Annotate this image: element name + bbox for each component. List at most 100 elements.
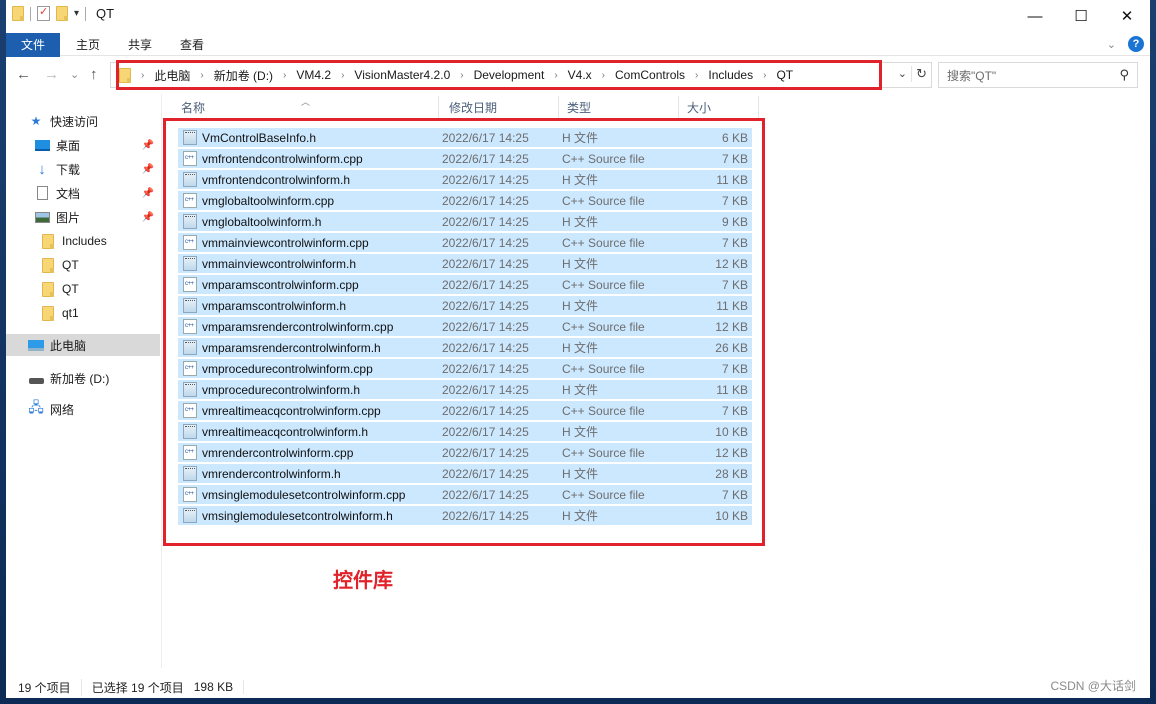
tab-file[interactable]: 文件	[6, 33, 60, 57]
sort-ascending-icon: ︿	[301, 97, 311, 107]
breadcrumb-item[interactable]: V4.x	[568, 68, 592, 82]
desktop-icon	[34, 138, 50, 152]
chevron-right-icon[interactable]: ›	[460, 70, 463, 81]
minimize-button[interactable]: —	[1012, 0, 1058, 32]
sidebar-item-qt[interactable]: QT	[6, 254, 160, 276]
file-row[interactable]: vmprocedurecontrolwinform.h 2022/6/17 14:…	[178, 380, 752, 400]
sidebar-item-downloads[interactable]: ↓ 下载 📌	[6, 158, 160, 180]
breadcrumb-item[interactable]: 新加卷 (D:)	[214, 67, 273, 84]
properties-icon[interactable]	[37, 5, 50, 21]
file-row[interactable]: vmsinglemodulesetcontrolwinform.h 2022/6/…	[178, 506, 752, 526]
customize-qat-icon[interactable]: ▾	[74, 8, 79, 19]
file-row[interactable]: vmrendercontrolwinform.cpp 2022/6/17 14:2…	[178, 443, 752, 463]
column-header-name[interactable]: 名称 ︿	[163, 96, 439, 120]
help-icon[interactable]: ?	[1128, 36, 1144, 52]
breadcrumb: › 此电脑 › 新加卷 (D:) › VM4.2 › VisionMaster4…	[111, 67, 793, 84]
file-row[interactable]: vmglobaltoolwinform.h 2022/6/17 14:25 H 文件…	[178, 212, 752, 232]
file-row[interactable]: vmparamscontrolwinform.h 2022/6/17 14:25 H…	[178, 296, 752, 316]
file-name: vmparamsrendercontrolwinform.cpp	[202, 319, 394, 334]
chevron-right-icon[interactable]: ›	[695, 70, 698, 81]
sidebar-item-this-pc[interactable]: 此电脑	[6, 334, 160, 356]
sidebar-item-documents[interactable]: 文档 📌	[6, 182, 160, 204]
divider	[30, 6, 31, 21]
file-size: 7 KB	[721, 235, 748, 250]
column-header-date[interactable]: 修改日期	[439, 96, 559, 120]
breadcrumb-item[interactable]: VM4.2	[296, 68, 331, 82]
file-row[interactable]: vmparamsrendercontrolwinform.h 2022/6/17 …	[178, 338, 752, 358]
search-icon[interactable]: ⚲	[1119, 67, 1129, 83]
chevron-right-icon[interactable]: ›	[141, 70, 144, 81]
breadcrumb-item[interactable]: ComControls	[615, 68, 685, 82]
file-row[interactable]: vmfrontendcontrolwinform.h 2022/6/17 14:2…	[178, 170, 752, 190]
address-bar[interactable]: › 此电脑 › 新加卷 (D:) › VM4.2 › VisionMaster4…	[110, 62, 932, 88]
sidebar-item-includes[interactable]: Includes	[6, 230, 160, 252]
file-row[interactable]: vmfrontendcontrolwinform.cpp 2022/6/17 14…	[178, 149, 752, 169]
chevron-right-icon[interactable]: ›	[554, 70, 557, 81]
close-button[interactable]: ✕	[1104, 0, 1150, 32]
file-row[interactable]: vmprocedurecontrolwinform.cpp 2022/6/17 1…	[178, 359, 752, 379]
column-header-type[interactable]: 类型	[559, 96, 679, 120]
sidebar-item-qt1[interactable]: qt1	[6, 302, 160, 324]
pin-icon[interactable]: 📌	[142, 140, 154, 151]
address-history-dropdown-icon[interactable]: ⌄	[898, 67, 907, 80]
file-row[interactable]: vmmainviewcontrolwinform.h 2022/6/17 14:2…	[178, 254, 752, 274]
recent-locations-button[interactable]: ⌄	[70, 68, 79, 81]
sidebar-item-desktop[interactable]: 桌面 📌	[6, 134, 160, 156]
chevron-right-icon[interactable]: ›	[200, 70, 203, 81]
file-date: 2022/6/17 14:25	[442, 508, 529, 523]
window-title: QT	[96, 6, 115, 21]
search-input[interactable]: 搜索"QT" ⚲	[938, 62, 1138, 88]
file-row[interactable]: vmrealtimeacqcontrolwinform.h 2022/6/17 1…	[178, 422, 752, 442]
breadcrumb-item[interactable]: Includes	[708, 68, 753, 82]
sidebar-item-qt[interactable]: QT	[6, 278, 160, 300]
pin-icon[interactable]: 📌	[142, 164, 154, 175]
file-name: vmparamscontrolwinform.cpp	[202, 277, 359, 292]
sidebar-item-network[interactable]: 🖧 网络	[6, 398, 160, 420]
file-row[interactable]: vmparamsrendercontrolwinform.cpp 2022/6/1…	[178, 317, 752, 337]
breadcrumb-item[interactable]: 此电脑	[154, 67, 190, 84]
sidebar-item-label: QT	[62, 282, 79, 296]
back-button[interactable]: ←	[16, 66, 31, 83]
refresh-icon[interactable]: ↻	[911, 66, 927, 82]
file-row[interactable]: vmglobaltoolwinform.cpp 2022/6/17 14:25 C+…	[178, 191, 752, 211]
tab-share[interactable]: 共享	[114, 33, 166, 57]
pin-icon[interactable]: 📌	[142, 212, 154, 223]
tab-view[interactable]: 查看	[166, 33, 218, 57]
file-size: 12 KB	[715, 256, 748, 271]
tab-home[interactable]: 主页	[62, 33, 114, 57]
header-file-icon	[183, 424, 197, 439]
file-name: vmsinglemodulesetcontrolwinform.h	[202, 508, 393, 523]
pin-icon[interactable]: 📌	[142, 188, 154, 199]
sidebar-item-label: 文档	[56, 186, 81, 201]
forward-button[interactable]: →	[44, 66, 59, 83]
new-folder-icon[interactable]	[56, 6, 68, 21]
file-row[interactable]: vmmainviewcontrolwinform.cpp 2022/6/17 14…	[178, 233, 752, 253]
chevron-right-icon[interactable]: ›	[341, 70, 344, 81]
sidebar-item-quick-access[interactable]: ★ 快速访问	[6, 110, 160, 132]
expand-ribbon-icon[interactable]: ⌄	[1107, 38, 1116, 51]
file-type: H 文件	[562, 509, 599, 523]
file-row[interactable]: vmsinglemodulesetcontrolwinform.cpp 2022/…	[178, 485, 752, 505]
folder-icon	[12, 6, 24, 21]
watermark: CSDN @大话剑	[1050, 679, 1136, 693]
chevron-right-icon[interactable]: ›	[763, 70, 766, 81]
file-type: H 文件	[562, 131, 599, 145]
status-bar: 19 个项目 已选择 19 个项目 198 KB CSDN @大话剑	[6, 676, 1150, 698]
file-date: 2022/6/17 14:25	[442, 130, 529, 145]
sidebar-item-pictures[interactable]: 图片 📌	[6, 206, 160, 228]
maximize-button[interactable]: ☐	[1058, 0, 1104, 32]
file-row[interactable]: vmrendercontrolwinform.h 2022/6/17 14:25 H…	[178, 464, 752, 484]
column-header-size[interactable]: 大小	[679, 96, 759, 120]
file-row[interactable]: vmrealtimeacqcontrolwinform.cpp 2022/6/17…	[178, 401, 752, 421]
ribbon: 文件 主页 共享 查看 ⌄ ?	[6, 32, 1150, 57]
file-row[interactable]: VmControlBaseInfo.h 2022/6/17 14:25 H 文件 6 …	[178, 128, 752, 148]
file-row[interactable]: vmparamscontrolwinform.cpp 2022/6/17 14:2…	[178, 275, 752, 295]
breadcrumb-item[interactable]: VisionMaster4.2.0	[354, 68, 450, 82]
chevron-right-icon[interactable]: ›	[283, 70, 286, 81]
up-button[interactable]: ↑	[90, 66, 98, 83]
sidebar-item-drive-d[interactable]: 新加卷 (D:)	[6, 367, 160, 389]
breadcrumb-item[interactable]: Development	[474, 68, 545, 82]
file-explorer-window: ▾ QT — ☐ ✕ 文件 主页 共享 查看 ⌄ ? ← → ⌄ ↑ › 此电脑	[6, 0, 1150, 698]
breadcrumb-item[interactable]: QT	[776, 68, 793, 82]
chevron-right-icon[interactable]: ›	[602, 70, 605, 81]
